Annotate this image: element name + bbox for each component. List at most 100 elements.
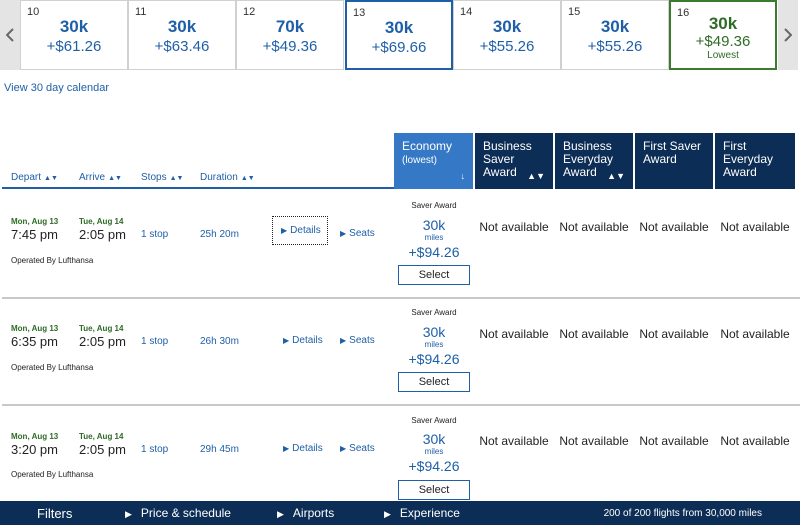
award-fee: +$94.26: [408, 458, 460, 474]
fare-column-business-saver[interactable]: Business Saver Award ▲▼: [475, 133, 553, 189]
award-miles: 30k: [422, 217, 446, 233]
sort-depart[interactable]: Depart ▲▼: [11, 172, 58, 183]
award-unit: miles: [424, 340, 444, 349]
date-cell[interactable]: 12 70k +$49.36: [236, 0, 344, 70]
arrive-date: Tue, Aug 14: [79, 432, 124, 441]
details-label: Details: [290, 225, 321, 236]
select-fare-button[interactable]: Select: [398, 480, 470, 500]
next-dates-button[interactable]: [778, 0, 798, 70]
caret-right-icon: ▶: [125, 509, 132, 519]
day-fee: +$49.36: [695, 33, 751, 50]
operated-by: Operated By Lufthansa: [11, 470, 94, 479]
sort-stops[interactable]: Stops ▲▼: [141, 172, 183, 183]
stops-link[interactable]: 1 stop: [141, 336, 168, 347]
details-label: Details: [292, 443, 323, 454]
fare-unavailable: Not available: [479, 434, 549, 448]
day-fee: +$49.36: [262, 38, 318, 55]
day-fee: +$61.26: [46, 38, 102, 55]
fare-column-first-saver[interactable]: First Saver Award: [635, 133, 713, 189]
airports-label: Airports: [292, 506, 335, 520]
filters-button[interactable]: Filters: [37, 506, 72, 521]
sort-duration[interactable]: Duration ▲▼: [200, 172, 255, 183]
seats-label: Seats: [349, 335, 375, 346]
caret-right-icon: ▶: [340, 229, 347, 238]
results-count: 200 of 200 flights from 30,000 miles: [603, 508, 762, 519]
fare-unavailable: Not available: [479, 327, 549, 341]
sort-arrive[interactable]: Arrive ▲▼: [79, 172, 122, 183]
fare-unavailable: Not available: [559, 327, 629, 341]
date-strip: 10 30k +$61.26 11 30k +$63.46 12 70k +$4…: [0, 0, 800, 70]
sort-down-icon: ↓: [460, 171, 466, 181]
airports-filter[interactable]: ▶ Airports: [277, 506, 334, 520]
fare-unavailable: Not available: [720, 220, 790, 234]
fare-unavailable: Not available: [479, 220, 549, 234]
row-divider: [2, 404, 800, 406]
sort-icon: ▲▼: [240, 175, 255, 182]
date-cell[interactable]: 15 30k +$55.26: [561, 0, 669, 70]
sort-icon: ▲▼: [169, 175, 184, 182]
select-fare-button[interactable]: Select: [398, 265, 470, 285]
date-cell[interactable]: 14 30k +$55.26: [453, 0, 561, 70]
seats-link[interactable]: ▶ Seats: [340, 335, 375, 346]
day-miles: 30k: [59, 17, 89, 36]
day-miles: 30k: [167, 17, 197, 36]
award-fee: +$94.26: [408, 244, 460, 260]
fare-column-business-everyday[interactable]: Business Everyday Award ▲▼: [555, 133, 633, 189]
operated-by: Operated By Lufthansa: [11, 363, 94, 372]
fare-column-title: First Everyday Award: [723, 139, 774, 179]
seats-link[interactable]: ▶ Seats: [340, 443, 375, 454]
stops-link[interactable]: 1 stop: [141, 229, 168, 240]
day-miles: 70k: [275, 17, 305, 36]
price-schedule-filter[interactable]: ▶ Price & schedule: [125, 506, 231, 520]
operated-by: Operated By Lufthansa: [11, 256, 94, 265]
caret-right-icon: ▶: [384, 509, 391, 519]
date-cell-lowest[interactable]: 16 30k +$49.36 Lowest: [669, 0, 777, 70]
stops-header-label: Stops: [141, 172, 167, 183]
arrive-time: 2:05 pm: [79, 334, 126, 349]
award-unit: miles: [424, 447, 444, 456]
arrive-header-label: Arrive: [79, 172, 106, 183]
fare-column-title: First Saver Award: [643, 139, 702, 166]
depart-date: Mon, Aug 13: [11, 432, 59, 441]
depart-date: Mon, Aug 13: [11, 324, 59, 333]
prev-dates-button[interactable]: [0, 0, 20, 70]
select-fare-button[interactable]: Select: [398, 372, 470, 392]
fare-column-subtitle: (lowest): [402, 155, 438, 166]
award-type: Saver Award: [411, 308, 457, 317]
filter-bar: Filters ▶ Price & schedule ▶ Airports ▶ Exp…: [0, 501, 800, 525]
stops-link[interactable]: 1 stop: [141, 444, 168, 455]
date-cell[interactable]: 11 30k +$63.46: [128, 0, 236, 70]
date-cell-selected[interactable]: 13 30k +$69.66: [345, 0, 453, 70]
fare-unavailable: Not available: [639, 327, 709, 341]
fare-column-title: Business Everyday Award: [563, 139, 614, 179]
experience-filter[interactable]: ▶ Experience: [384, 506, 460, 520]
seats-link[interactable]: ▶ Seats: [340, 228, 375, 239]
lowest-tag: Lowest: [707, 50, 739, 61]
day-fee: +$69.66: [371, 39, 427, 56]
fare-column-economy[interactable]: Economy (lowest) ↓: [394, 133, 473, 189]
fare-column-title: Economy: [402, 139, 453, 153]
fare-unavailable: Not available: [559, 434, 629, 448]
header-underline: [2, 187, 394, 189]
fare-unavailable: Not available: [639, 434, 709, 448]
award-miles: 30k: [422, 431, 446, 447]
fare-unavailable: Not available: [720, 327, 790, 341]
date-cell[interactable]: 10 30k +$61.26: [20, 0, 128, 70]
details-link[interactable]: ▶ Details: [283, 443, 323, 454]
depart-time: 7:45 pm: [11, 227, 58, 242]
depart-header-label: Depart: [11, 172, 42, 183]
fare-column-first-everyday[interactable]: First Everyday Award: [715, 133, 795, 189]
flight-duration: 25h 20m: [200, 229, 239, 240]
caret-right-icon: ▶: [340, 444, 347, 453]
view-30-day-calendar-link[interactable]: View 30 day calendar: [4, 82, 109, 94]
fare-unavailable: Not available: [639, 220, 709, 234]
experience-label: Experience: [399, 506, 460, 520]
flight-duration: 26h 30m: [200, 336, 239, 347]
arrive-date: Tue, Aug 14: [79, 324, 124, 333]
details-link[interactable]: ▶ Details: [283, 335, 323, 346]
award-type: Saver Award: [411, 416, 457, 425]
chevron-right-icon: [784, 28, 792, 42]
day-miles: 30k: [708, 14, 738, 33]
details-label: Details: [292, 335, 323, 346]
details-link[interactable]: ▶ Details: [272, 216, 328, 245]
